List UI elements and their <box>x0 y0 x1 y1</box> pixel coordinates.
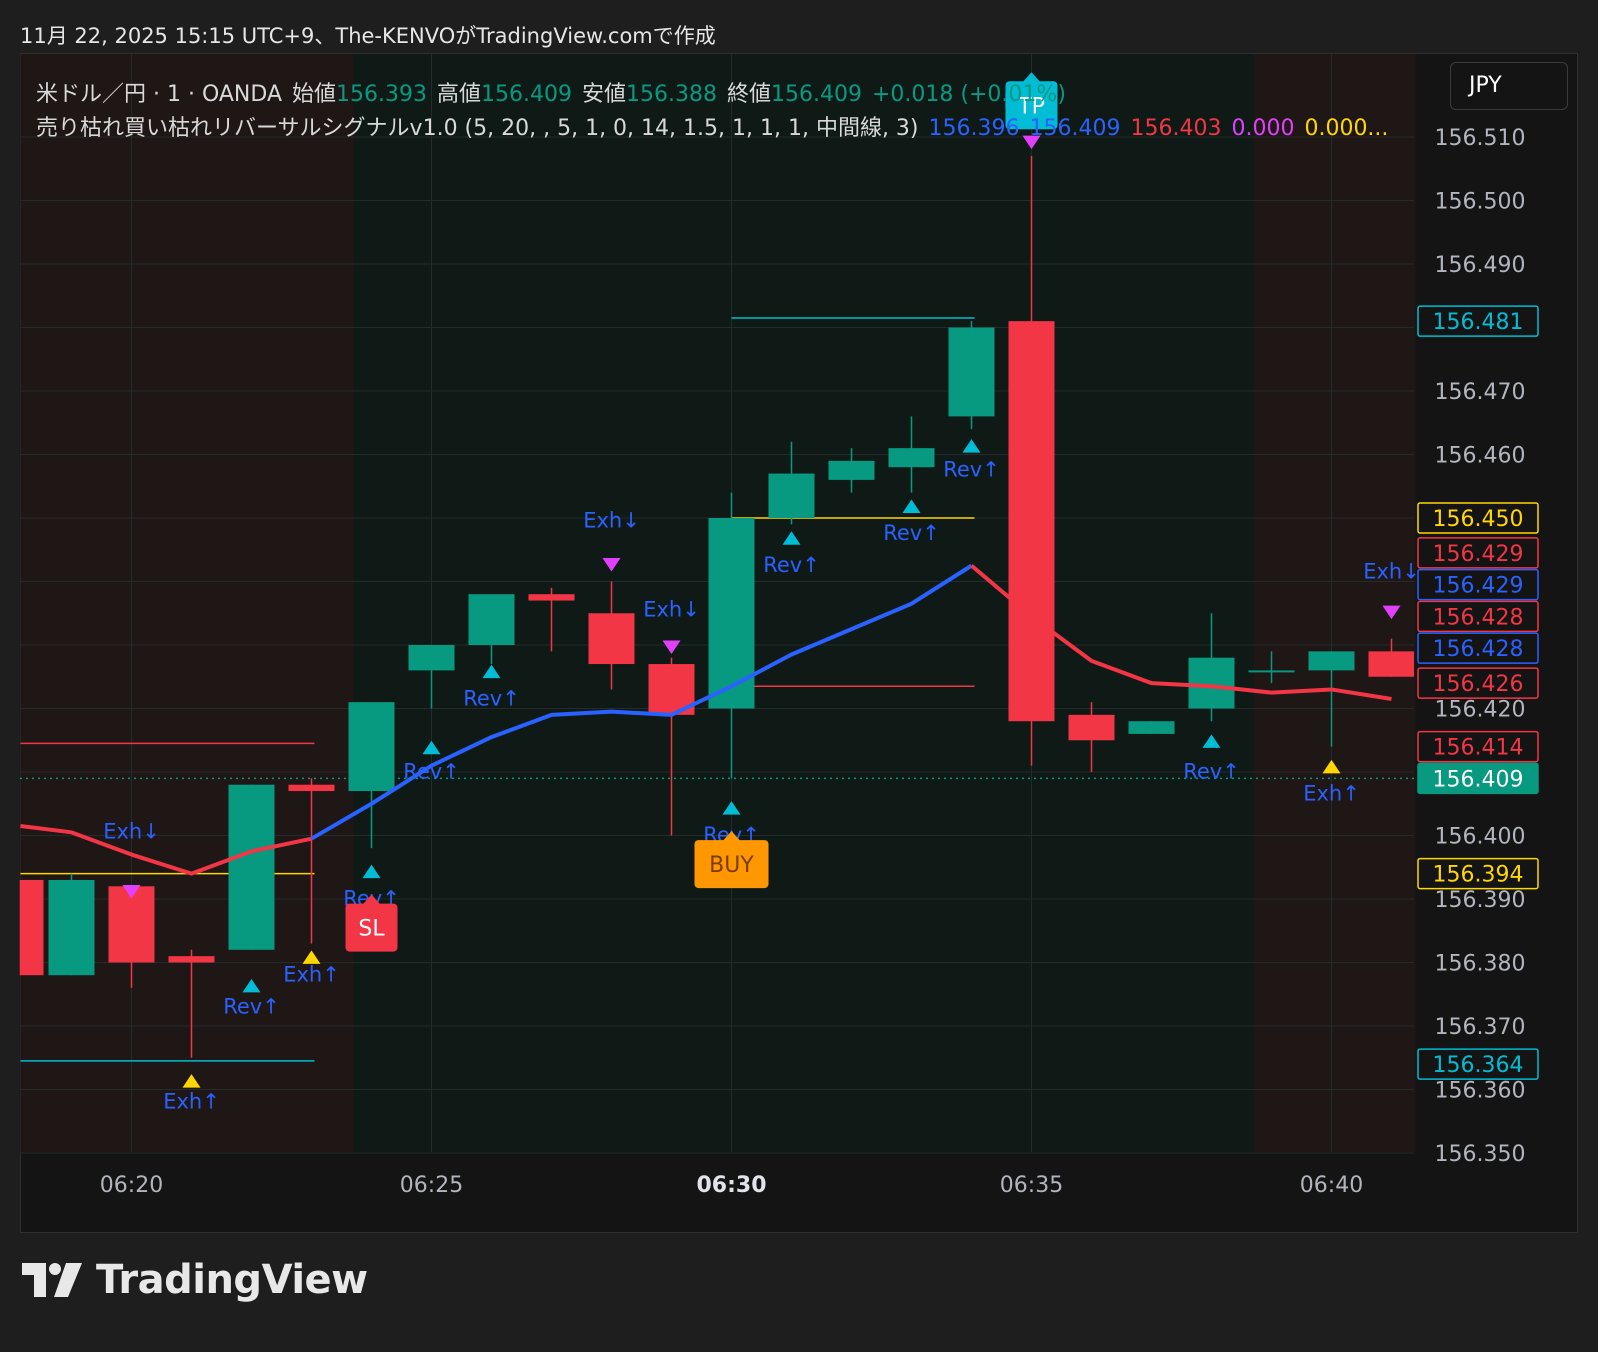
candle-down[interactable] <box>168 956 215 963</box>
chart-svg[interactable]: Exh↓Exh↑Rev↑Exh↑Rev↑Rev↑Rev↑Exh↓Exh↓Rev↑… <box>0 0 1598 1352</box>
marker-label: Exh↓ <box>1363 559 1420 583</box>
price-tag-label: 156.429 <box>1433 542 1524 567</box>
legend-change: +0.018 (+0.01%) <box>872 82 1066 107</box>
indicator-value-5: 0.000... <box>1304 116 1389 141</box>
y-tick-label: 156.350 <box>1435 1142 1526 1167</box>
y-tick-label: 156.360 <box>1435 1079 1526 1104</box>
x-tick-label: 06:40 <box>1300 1173 1363 1198</box>
candle-up[interactable] <box>828 460 875 480</box>
candle-up[interactable] <box>1248 670 1295 673</box>
y-tick-label: 156.400 <box>1435 825 1526 850</box>
currency-button[interactable]: JPY <box>1450 62 1568 110</box>
candle-down[interactable] <box>1068 714 1115 741</box>
y-tick-label: 156.420 <box>1435 698 1526 723</box>
candle-up[interactable] <box>228 784 275 950</box>
tradingview-brand: TradingView <box>22 1250 368 1310</box>
marker-label: Exh↑ <box>283 963 340 987</box>
marker-label: Rev↑ <box>403 759 460 783</box>
legend-low: 156.388 <box>626 82 717 107</box>
y-tick-label: 156.470 <box>1435 380 1526 405</box>
legend-indicator: 売り枯れ買い枯れリバーサルシグナルv1.0 (5, 20, , 5, 1, 0,… <box>36 110 1398 142</box>
candle-up[interactable] <box>888 448 935 468</box>
price-tag-label: 156.428 <box>1433 605 1524 630</box>
marker-label: Exh↓ <box>643 597 700 621</box>
marker-label: Rev↑ <box>943 458 1000 482</box>
y-tick-label: 156.510 <box>1435 126 1526 151</box>
zone-bear <box>20 54 354 1152</box>
price-tag-label: 156.364 <box>1433 1053 1524 1078</box>
indicator-value-3: 156.403 <box>1130 116 1222 141</box>
marker-label: Rev↑ <box>463 686 520 710</box>
x-tick-label: 06:20 <box>100 1173 163 1198</box>
y-tick-label: 156.460 <box>1435 444 1526 469</box>
legend-close-label: 終値 <box>727 82 772 107</box>
price-tag-label: 156.414 <box>1433 736 1524 761</box>
price-tag-label: 156.428 <box>1433 637 1524 662</box>
price-tag-label: 156.409 <box>1433 767 1524 792</box>
indicator-title[interactable]: 売り枯れ買い枯れリバーサルシグナルv1.0 (5, 20, , 5, 1, 0,… <box>36 116 919 141</box>
candle-down[interactable] <box>1368 651 1415 677</box>
candle-down[interactable] <box>288 784 335 792</box>
marker-label: Exh↑ <box>163 1090 220 1114</box>
y-tick-label: 156.370 <box>1435 1015 1526 1040</box>
indicator-value-1: 156.396 <box>928 116 1020 141</box>
legend-high-label: 高値 <box>437 82 482 107</box>
candle-down[interactable] <box>588 613 635 665</box>
signal-text: SL <box>358 917 385 942</box>
candle-up[interactable] <box>1308 651 1355 671</box>
marker-label: Exh↓ <box>583 509 640 533</box>
candle-down[interactable] <box>20 879 44 976</box>
legend-ohlc: 米ドル／円 · 1 · OANDA 始値156.393 高値156.409 安値156… <box>36 76 1076 108</box>
candle-up[interactable] <box>1188 657 1235 709</box>
x-tick-label: 06:25 <box>400 1173 463 1198</box>
legend-open-label: 始値 <box>292 82 337 107</box>
indicator-value-2: 156.409 <box>1029 116 1121 141</box>
x-tick-label: 06:35 <box>1000 1173 1063 1198</box>
legend-symbol[interactable]: 米ドル／円 · 1 · OANDA <box>36 82 282 107</box>
brand-name: TradingView <box>96 1257 368 1303</box>
candle-up[interactable] <box>48 879 95 976</box>
price-tag-label: 156.481 <box>1433 310 1524 335</box>
candle-up[interactable] <box>408 645 455 671</box>
marker-label: Rev↑ <box>1183 759 1240 783</box>
legend-open: 156.393 <box>336 82 427 107</box>
candle-down[interactable] <box>1008 321 1055 722</box>
candle-down[interactable] <box>528 594 575 601</box>
time-axis: 06:20 06:25 06:30 06:35 06:40 <box>100 1173 1363 1198</box>
price-tag-label: 156.429 <box>1433 574 1524 599</box>
y-tick-label: 156.390 <box>1435 888 1526 913</box>
price-tag-label: 156.426 <box>1433 672 1524 697</box>
legend-low-label: 安値 <box>582 82 627 107</box>
x-tick-label: 06:30 <box>696 1173 766 1198</box>
candle-up[interactable] <box>948 327 995 417</box>
marker-label: Exh↑ <box>1303 782 1360 806</box>
legend-close: 156.409 <box>771 82 862 107</box>
marker-label: Rev↑ <box>763 553 820 577</box>
y-tick-label: 156.490 <box>1435 253 1526 278</box>
price-tag-label: 156.394 <box>1433 863 1524 888</box>
candle-up[interactable] <box>1128 721 1175 734</box>
signal-text: BUY <box>709 853 754 878</box>
marker-label: Rev↑ <box>883 521 940 545</box>
legend-high: 156.409 <box>481 82 572 107</box>
candle-up[interactable] <box>468 594 515 645</box>
candle-up[interactable] <box>768 473 815 518</box>
marker-label: Rev↑ <box>223 994 280 1018</box>
tradingview-logo-icon <box>22 1263 82 1297</box>
price-tag-label: 156.450 <box>1433 507 1524 532</box>
marker-label: Exh↓ <box>103 820 160 844</box>
indicator-value-4: 0.000 <box>1231 116 1295 141</box>
zone-bear <box>1253 54 1416 1152</box>
y-tick-label: 156.500 <box>1435 190 1526 215</box>
y-tick-label: 156.380 <box>1435 952 1526 977</box>
